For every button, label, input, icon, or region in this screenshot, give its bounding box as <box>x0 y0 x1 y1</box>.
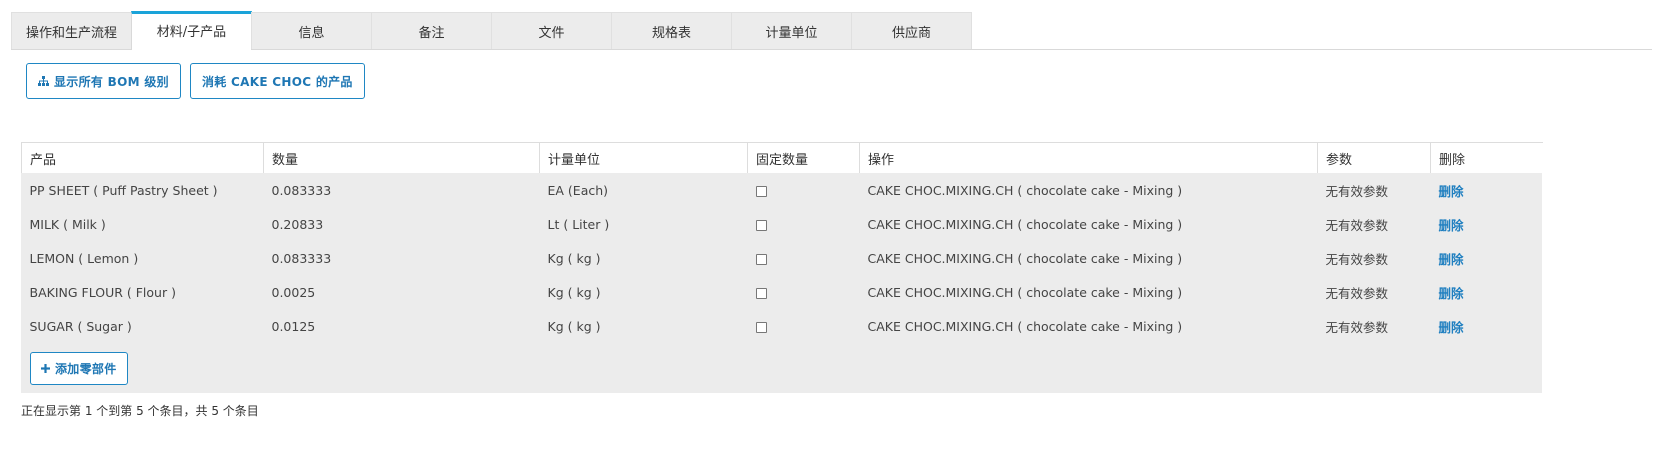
tab-suppliers[interactable]: 供应商 <box>851 12 972 49</box>
tab-spec-sheet[interactable]: 规格表 <box>611 12 732 49</box>
table-row: MILK ( Milk ) 0.20833 Lt ( Liter ) CAKE … <box>22 207 1543 241</box>
operation-cell: CAKE CHOC.MIXING.CH ( chocolate cake - M… <box>867 284 1183 300</box>
plus-icon <box>41 363 50 373</box>
tab-info[interactable]: 信息 <box>251 12 372 49</box>
fixed-qty-checkbox[interactable] <box>755 321 767 333</box>
delete-cell: 删除 <box>1431 275 1543 309</box>
column-header-fixed-qty[interactable]: 固定数量 <box>747 142 860 173</box>
tab-notes[interactable]: 备注 <box>371 12 492 49</box>
uom-cell: Kg ( kg ) <box>547 250 601 266</box>
tab-uom[interactable]: 计量单位 <box>731 12 852 49</box>
sitemap-icon <box>38 76 49 86</box>
uom-cell: Lt ( Liter ) <box>547 216 610 232</box>
operation-cell: CAKE CHOC.MIXING.CH ( chocolate cake - M… <box>867 318 1183 334</box>
tab-operations[interactable]: 操作和生产流程 <box>11 12 132 49</box>
tab-files[interactable]: 文件 <box>491 12 612 49</box>
params-cell: 无有效参数 <box>1325 285 1389 301</box>
uom-cell: Kg ( kg ) <box>547 284 601 300</box>
fixed-qty-cell <box>748 309 860 343</box>
delete-cell: 删除 <box>1431 207 1543 241</box>
column-header-uom[interactable]: 计量单位 <box>539 142 748 173</box>
quantity-cell: 0.0025 <box>271 284 316 300</box>
materials-table-panel: 产品 数量 计量单位 固定数量 操作 参数 删除 PP SHEET ( Puff… <box>21 142 1543 393</box>
table-row: SUGAR ( Sugar ) 0.0125 Kg ( kg ) CAKE CH… <box>22 309 1543 343</box>
params-cell: 无有效参数 <box>1325 251 1389 267</box>
fixed-qty-checkbox[interactable] <box>755 287 767 299</box>
product-cell: SUGAR ( Sugar ) <box>29 318 132 334</box>
column-header-product[interactable]: 产品 <box>21 142 264 173</box>
table-row: PP SHEET ( Puff Pastry Sheet ) 0.083333 … <box>22 173 1543 207</box>
quantity-cell: 0.0125 <box>271 318 316 334</box>
uom-cell: Kg ( kg ) <box>547 318 601 334</box>
fixed-qty-cell <box>748 173 860 207</box>
fixed-qty-cell <box>748 241 860 275</box>
show-bom-levels-label: 显示所有 BOM 级别 <box>54 74 169 89</box>
column-header-params[interactable]: 参数 <box>1317 142 1431 173</box>
product-cell: BAKING FLOUR ( Flour ) <box>29 284 176 300</box>
operation-cell: CAKE CHOC.MIXING.CH ( chocolate cake - M… <box>867 216 1183 232</box>
uom-cell: EA (Each) <box>547 182 609 198</box>
delete-cell: 删除 <box>1431 241 1543 275</box>
tab-materials[interactable]: 材料/子产品 <box>131 11 252 50</box>
add-part-button[interactable]: 添加零部件 <box>30 351 128 385</box>
fixed-qty-checkbox[interactable] <box>755 219 767 231</box>
params-cell: 无有效参数 <box>1325 217 1389 233</box>
delete-cell: 删除 <box>1431 173 1543 207</box>
column-header-delete[interactable]: 删除 <box>1430 142 1543 173</box>
operation-cell: CAKE CHOC.MIXING.CH ( chocolate cake - M… <box>867 250 1183 266</box>
table-row: BAKING FLOUR ( Flour ) 0.0025 Kg ( kg ) … <box>22 275 1543 309</box>
fixed-qty-cell <box>748 207 860 241</box>
tab-bar: 操作和生产流程 材料/子产品 信息 备注 文件 规格表 计量单位 供应商 <box>11 11 1652 50</box>
delete-cell: 删除 <box>1431 309 1543 343</box>
delete-link[interactable]: 删除 <box>1439 218 1464 233</box>
product-cell: MILK ( Milk ) <box>29 216 106 232</box>
delete-link[interactable]: 删除 <box>1439 252 1464 267</box>
delete-link[interactable]: 删除 <box>1439 320 1464 335</box>
operation-cell: CAKE CHOC.MIXING.CH ( chocolate cake - M… <box>867 182 1183 198</box>
consuming-products-label: 消耗 CAKE CHOC 的产品 <box>201 74 353 89</box>
fixed-qty-checkbox[interactable] <box>755 253 767 265</box>
table-footer: 添加零部件 <box>21 343 1542 393</box>
column-header-operation[interactable]: 操作 <box>859 142 1318 173</box>
table-row: LEMON ( Lemon ) 0.083333 Kg ( kg ) CAKE … <box>22 241 1543 275</box>
consuming-products-button[interactable]: 消耗 CAKE CHOC 的产品 <box>189 63 365 99</box>
product-cell: PP SHEET ( Puff Pastry Sheet ) <box>29 182 218 198</box>
pagination-info: 正在显示第 1 个到第 5 个条目，共 5 个条目 <box>21 404 259 418</box>
add-part-label: 添加零部件 <box>55 361 117 376</box>
quantity-cell: 0.20833 <box>271 216 324 232</box>
params-cell: 无有效参数 <box>1325 183 1389 199</box>
action-bar: 显示所有 BOM 级别 消耗 CAKE CHOC 的产品 <box>26 63 365 99</box>
column-header-quantity[interactable]: 数量 <box>263 142 540 173</box>
fixed-qty-cell <box>748 275 860 309</box>
params-cell: 无有效参数 <box>1325 319 1389 335</box>
delete-link[interactable]: 删除 <box>1439 286 1464 301</box>
quantity-cell: 0.083333 <box>271 250 332 266</box>
product-cell: LEMON ( Lemon ) <box>29 250 139 266</box>
show-bom-levels-button[interactable]: 显示所有 BOM 级别 <box>26 63 181 99</box>
materials-table: 产品 数量 计量单位 固定数量 操作 参数 删除 PP SHEET ( Puff… <box>21 142 1543 343</box>
fixed-qty-checkbox[interactable] <box>755 185 767 197</box>
table-header-row: 产品 数量 计量单位 固定数量 操作 参数 删除 <box>21 142 1543 173</box>
delete-link[interactable]: 删除 <box>1439 184 1464 199</box>
quantity-cell: 0.083333 <box>271 182 332 198</box>
